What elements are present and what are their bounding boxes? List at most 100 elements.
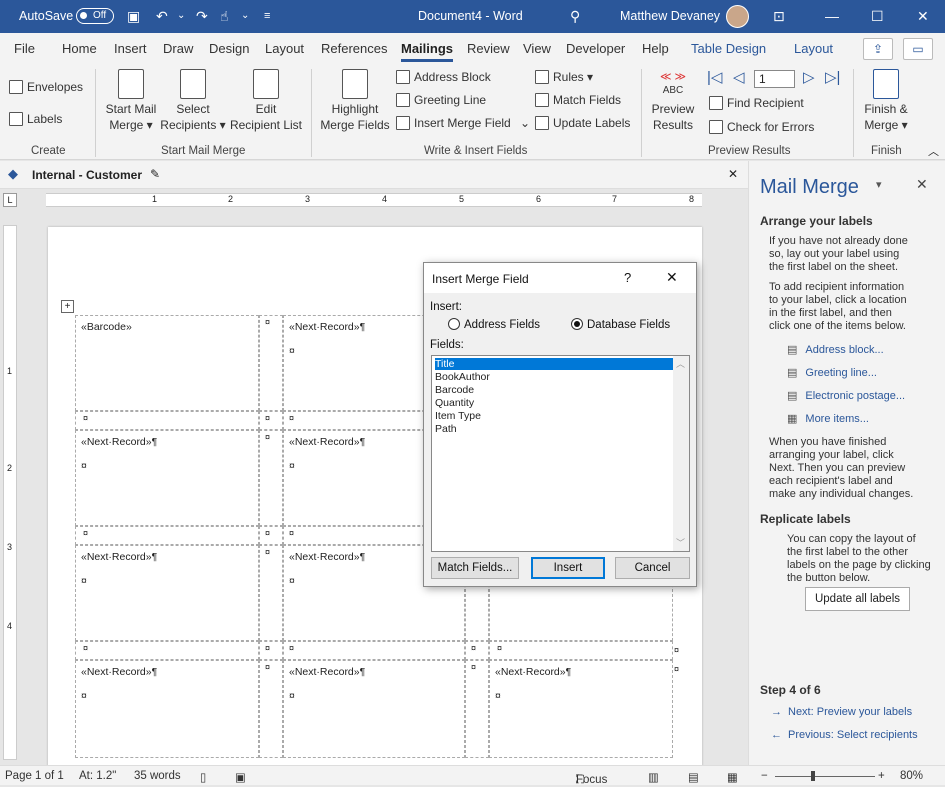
pane-close-icon[interactable]: ✕ <box>916 176 928 193</box>
tab-draw[interactable]: Draw <box>163 41 193 56</box>
scroll-down-icon[interactable]: ﹀ <box>676 536 685 549</box>
tab-file[interactable]: File <box>14 41 35 56</box>
check-errors-button[interactable]: Check for Errors <box>709 119 814 135</box>
save-icon[interactable]: ▣ <box>127 7 140 25</box>
tab-selector[interactable]: L <box>3 193 17 207</box>
spacer-cell[interactable]: ¤ <box>259 545 283 641</box>
cursor-position[interactable]: At: 1.2" <box>79 770 116 782</box>
update-all-labels-button[interactable]: Update all labels <box>805 587 910 611</box>
electronic-postage-link[interactable]: ▤ Electronic postage... <box>787 389 905 402</box>
search-icon[interactable]: ⚲ <box>570 7 580 25</box>
tab-insert[interactable]: Insert <box>114 41 147 56</box>
zoom-out-icon[interactable]: − <box>761 770 768 782</box>
select-recipients-button[interactable]: Select Recipients ▾ <box>160 69 226 133</box>
zoom-in-icon[interactable]: + <box>878 770 885 782</box>
more-items-link[interactable]: ▦ More items... <box>787 412 869 425</box>
horizontal-ruler[interactable]: 1 2 3 4 5 6 7 8 <box>46 193 702 207</box>
maximize-icon[interactable]: ☐ <box>871 7 884 25</box>
database-fields-radio[interactable]: Database Fields <box>571 318 670 331</box>
proofing-icon[interactable]: ▯ <box>200 770 206 784</box>
ribbon-display-icon[interactable]: ⊡ <box>773 7 785 25</box>
finish-merge-button[interactable]: Finish & Merge ▾ <box>860 69 912 133</box>
preview-results-button[interactable]: ≪ ≫ ABC Preview Results <box>648 69 698 133</box>
tab-mailings[interactable]: Mailings <box>401 41 454 62</box>
greeting-line-link[interactable]: ▤ Greeting line... <box>787 366 877 379</box>
start-mail-merge-button[interactable]: Start Mail Merge ▾ <box>101 69 161 133</box>
close-icon[interactable]: ✕ <box>917 7 929 25</box>
sensitivity-label[interactable]: Internal - Customer <box>32 168 142 182</box>
label-cell[interactable]: «Next·Record»¶ ¤ <box>75 660 259 758</box>
tab-design[interactable]: Design <box>209 41 249 56</box>
web-layout-icon[interactable]: ▦ <box>727 770 738 784</box>
undo-dropdown-icon[interactable]: ⌄ <box>177 7 185 25</box>
spacer-cell[interactable]: ¤ <box>259 315 283 411</box>
field-item[interactable]: Item Type <box>435 410 673 422</box>
zoom-level[interactable]: 80% <box>900 770 923 782</box>
spacer-row-cell[interactable]: ¤ <box>489 641 673 660</box>
edit-recipient-list-button[interactable]: Edit Recipient List <box>229 69 303 133</box>
zoom-slider-thumb[interactable] <box>811 771 815 781</box>
user-name[interactable]: Matthew Devaney <box>620 9 720 23</box>
pane-options-icon[interactable]: ▾ <box>876 178 882 191</box>
match-fields-button[interactable]: Match Fields <box>535 92 621 108</box>
address-fields-radio[interactable]: Address Fields <box>448 318 540 331</box>
tab-home[interactable]: Home <box>62 41 97 56</box>
page-count[interactable]: Page 1 of 1 <box>5 770 64 782</box>
field-item-title[interactable]: Title <box>435 358 673 370</box>
field-item[interactable]: BookAuthor <box>435 371 673 383</box>
touch-mode-icon[interactable]: ☝ <box>220 7 229 25</box>
spacer-cell[interactable]: ¤ <box>465 660 489 758</box>
spacer-row-cell[interactable]: ¤ <box>75 526 259 545</box>
fields-listbox[interactable]: Title BookAuthor Barcode Quantity Item T… <box>431 355 690 552</box>
field-item[interactable]: Barcode <box>435 384 673 396</box>
word-count[interactable]: 35 words <box>134 770 181 782</box>
rules-button[interactable]: Rules ▾ <box>535 69 593 85</box>
label-cell[interactable]: «Next·Record»¶ ¤ <box>75 430 259 526</box>
field-item[interactable]: Quantity <box>435 397 673 409</box>
redo-icon[interactable]: ↷ <box>196 7 208 25</box>
previous-step-link[interactable]: ← Previous: Select recipients <box>771 729 918 741</box>
tab-layout[interactable]: Layout <box>265 41 304 56</box>
spacer-cell[interactable]: ¤ <box>259 411 283 430</box>
help-icon[interactable]: ? <box>624 270 631 285</box>
label-cell[interactable]: «Barcode» <box>75 315 259 411</box>
spacer-cell[interactable]: ¤ <box>465 641 489 660</box>
tab-view[interactable]: View <box>523 41 551 56</box>
autosave-toggle[interactable]: Off <box>76 8 114 24</box>
spacer-row-cell[interactable]: ¤ <box>75 641 259 660</box>
match-fields-dialog-button[interactable]: Match Fields... <box>431 557 519 579</box>
touch-dropdown-icon[interactable]: ⌄ <box>241 7 249 25</box>
print-layout-icon[interactable]: ▤ <box>688 770 699 784</box>
greeting-line-button[interactable]: Greeting Line <box>396 92 486 108</box>
vertical-ruler[interactable]: 1 2 3 4 <box>3 225 17 760</box>
comments-button[interactable]: ▭ <box>903 38 933 60</box>
tab-help[interactable]: Help <box>642 41 669 56</box>
dialog-close-icon[interactable]: ✕ <box>666 269 678 286</box>
avatar[interactable] <box>726 5 749 28</box>
next-step-link[interactable]: → Next: Preview your labels <box>771 706 912 718</box>
address-block-link[interactable]: ▤ Address block... <box>787 343 884 356</box>
scroll-up-icon[interactable]: ︿ <box>676 357 685 370</box>
insert-merge-field-button[interactable]: Insert Merge Field ⌄ <box>396 115 530 131</box>
label-cell[interactable]: «Next·Record»¶ ¤ <box>489 660 673 758</box>
record-number-input[interactable]: 1 <box>754 70 795 88</box>
minimize-icon[interactable]: — <box>825 7 839 25</box>
first-record-icon[interactable]: |◁ <box>707 68 722 86</box>
read-mode-icon[interactable]: ▥ <box>648 770 659 784</box>
highlight-merge-fields-button[interactable]: Highlight Merge Fields <box>318 69 392 133</box>
field-item[interactable]: Path <box>435 423 673 435</box>
collapse-ribbon-icon[interactable]: ︿ <box>928 143 939 159</box>
last-record-icon[interactable]: ▷| <box>825 68 840 86</box>
barcode-field[interactable]: «Barcode» <box>81 321 132 333</box>
next-record-icon[interactable]: ▷ <box>803 68 815 86</box>
spacer-cell[interactable]: ¤ <box>259 660 283 758</box>
labels-button[interactable]: Labels <box>9 111 62 127</box>
edit-pencil-icon[interactable]: ✎ <box>150 167 160 181</box>
spacer-cell[interactable]: ¤ <box>259 526 283 545</box>
label-cell[interactable]: «Next·Record»¶ ¤ <box>75 545 259 641</box>
address-block-button[interactable]: Address Block <box>396 69 491 85</box>
spacer-row-cell[interactable]: ¤ <box>283 641 465 660</box>
previous-record-icon[interactable]: ◁ <box>733 68 745 86</box>
spacer-row-cell[interactable]: ¤ <box>75 411 259 430</box>
update-labels-button[interactable]: Update Labels <box>535 115 630 131</box>
